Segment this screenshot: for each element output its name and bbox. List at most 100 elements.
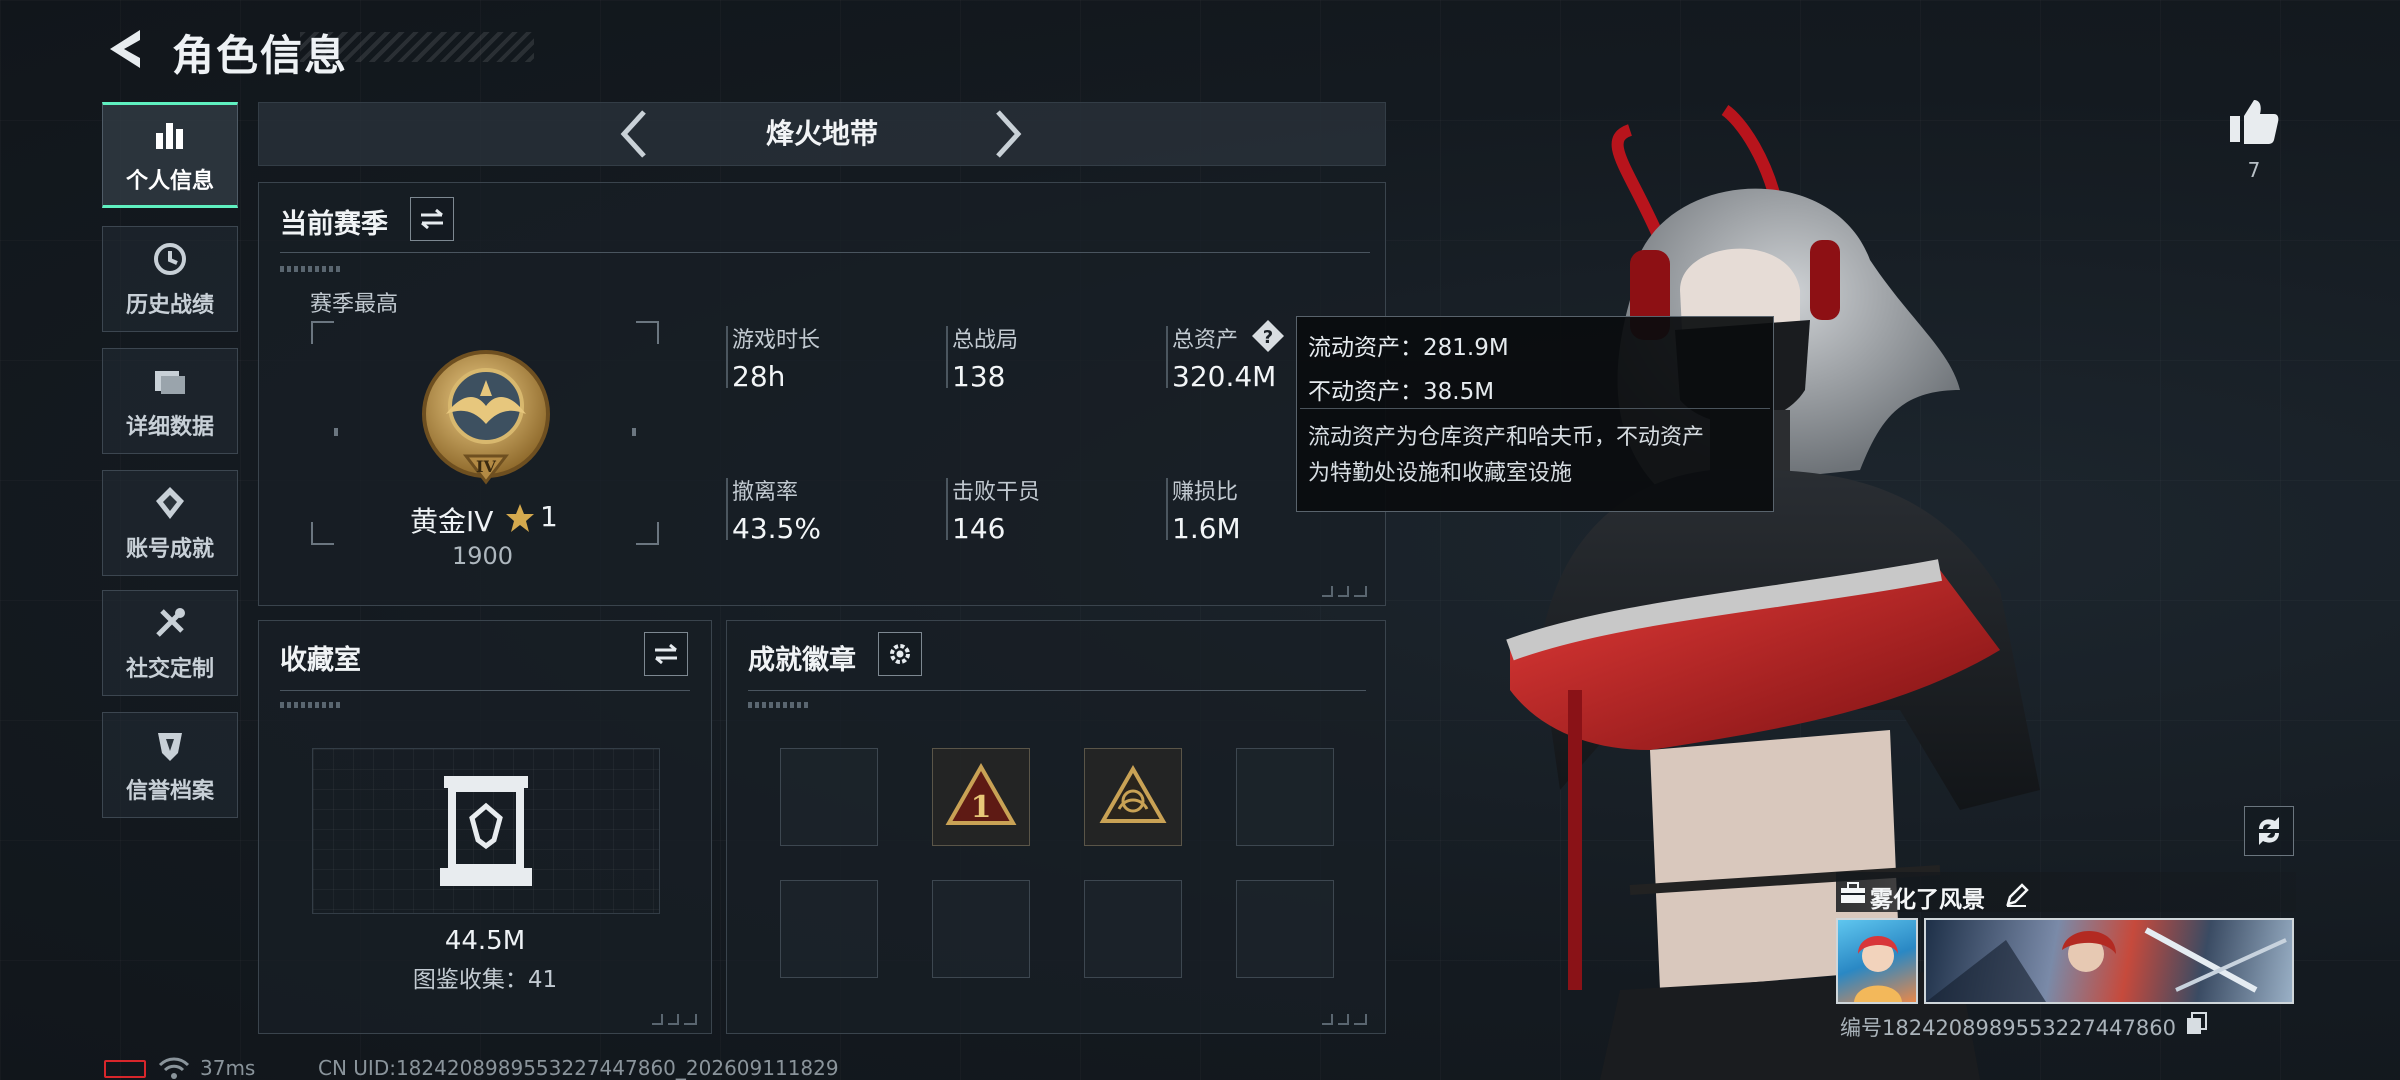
tooltip-fixed-assets: 不动资产：38.5M (1308, 379, 1495, 405)
edit-pencil-icon[interactable] (2004, 882, 2030, 908)
help-question-icon[interactable]: ? (1250, 318, 1286, 354)
banner-artwork (1926, 927, 2287, 1002)
svg-text:IV: IV (476, 457, 496, 476)
refresh-button[interactable] (2244, 806, 2294, 856)
stat-value-playtime: 28h (732, 360, 786, 393)
tooltip-divider (1300, 408, 1770, 409)
stat-value-kills: 146 (952, 512, 1006, 545)
sidebar-item-personal-info[interactable]: 个人信息 (102, 102, 238, 208)
sidebar-item-history[interactable]: 历史战绩 (102, 226, 238, 332)
stat-value-extract-rate: 43.5% (732, 512, 821, 545)
battery-icon (104, 1060, 146, 1078)
corner-decoration (1322, 586, 1367, 597)
star-icon (506, 504, 534, 532)
stat-divider (946, 326, 948, 388)
stat-divider (726, 478, 728, 540)
sidebar-item-reputation[interactable]: 信誉档案 (102, 712, 238, 818)
corner-decoration (1322, 1014, 1367, 1025)
sidebar-item-social[interactable]: 社交定制 (102, 590, 238, 696)
badge-slot[interactable] (1236, 880, 1334, 978)
emblem-badge-icon (1099, 764, 1167, 823)
stat-value-profit-ratio: 1.6M (1172, 512, 1241, 545)
stat-divider (1166, 478, 1168, 540)
stat-label-extract-rate: 撤离率 (732, 480, 799, 505)
sidebar-item-label: 信誉档案 (125, 779, 214, 804)
player-avatar[interactable] (1836, 918, 1918, 1004)
tooltip-desc-line2: 为特勤处设施和收藏室设施 (1308, 461, 1573, 486)
badge-slot[interactable] (1084, 748, 1182, 846)
clock-icon (154, 243, 186, 275)
stat-label-profit-ratio: 赚损比 (1172, 480, 1239, 505)
badge-slot[interactable] (780, 880, 878, 978)
rank-stars: 1 (540, 500, 558, 533)
folder-icon (155, 371, 185, 394)
switch-collection-button[interactable] (644, 632, 688, 676)
copy-icon[interactable] (2186, 1012, 2208, 1036)
stat-label-kills: 击败干员 (952, 480, 1041, 505)
stat-value-total-assets: 320.4M (1172, 360, 1277, 393)
tools-icon (156, 608, 185, 637)
briefcase-icon (1841, 882, 1865, 903)
rank-score: 1900 (452, 542, 514, 570)
svg-text:?: ? (1263, 327, 1273, 348)
season-panel-title: 当前赛季 (280, 209, 388, 240)
corner-decoration (652, 1014, 697, 1025)
stat-label-matches: 总战局 (952, 328, 1019, 353)
badge-settings-button[interactable] (878, 632, 922, 676)
stat-label-total-assets: 总资产 (1172, 328, 1239, 353)
sidebar-item-achievements[interactable]: 账号成就 (102, 470, 238, 576)
refresh-icon (2259, 817, 2279, 845)
stat-value-matches: 138 (952, 360, 1006, 393)
badge-slot[interactable] (1236, 748, 1334, 846)
player-banner[interactable] (1924, 918, 2294, 1004)
divider (748, 690, 1366, 691)
tooltip-desc-line1: 流动资产为仓库资产和哈夫币，不动资产 (1308, 425, 1705, 450)
rank-1-badge-icon: 1 (945, 762, 1017, 825)
swap-icon (421, 208, 443, 230)
ping-readout: 37ms (200, 1056, 256, 1080)
sidebar-item-detailed-data[interactable]: 详细数据 (102, 348, 238, 454)
badge-slot[interactable] (1084, 880, 1182, 978)
shield-icon (158, 733, 182, 761)
stat-label-playtime: 游戏时长 (732, 328, 821, 353)
back-arrow-icon[interactable] (100, 24, 150, 74)
tooltip-liquid-assets: 流动资产：281.9M (1308, 335, 1509, 361)
bar-chart-icon (156, 123, 183, 149)
divider (280, 690, 690, 691)
avatar-character-icon (1854, 936, 1902, 1002)
sidebar-item-label: 个人信息 (125, 169, 214, 194)
dash-decoration (280, 266, 340, 272)
badge-slot[interactable] (780, 748, 878, 846)
rank-name: 黄金IV (410, 505, 494, 538)
sidebar-item-label: 账号成就 (125, 537, 214, 562)
uid-readout: CN UID:1824208989553227447860_2026091118… (318, 1056, 839, 1080)
season-best-label: 赛季最高 (310, 292, 399, 317)
gold-rank-emblem-icon: IV (422, 350, 550, 485)
stat-divider (726, 326, 728, 388)
collection-count: 图鉴收集：41 (412, 967, 558, 993)
player-name: 雾化了风景 (1870, 887, 1985, 913)
collection-value: 44.5M (444, 926, 526, 956)
collection-cabinet-icon (440, 776, 532, 886)
next-mode-arrow-icon[interactable] (988, 106, 1028, 162)
prev-mode-arrow-icon[interactable] (614, 106, 654, 162)
stat-divider (946, 478, 948, 540)
wifi-icon (158, 1057, 190, 1079)
sidebar-item-label: 历史战绩 (125, 293, 214, 318)
svg-text:1: 1 (971, 790, 992, 825)
like-count: 7 (2247, 158, 2261, 182)
dash-decoration (280, 702, 340, 708)
collection-panel-title: 收藏室 (280, 645, 361, 676)
player-id: 编号1824208989553227447860 (1840, 1016, 2176, 1040)
achievement-icon (156, 487, 184, 519)
badge-slot[interactable] (932, 880, 1030, 978)
divider (280, 252, 1370, 253)
mode-title: 烽火地带 (765, 117, 878, 150)
stat-divider (1166, 326, 1168, 388)
switch-season-button[interactable] (410, 197, 454, 241)
gear-icon (890, 644, 910, 664)
dash-decoration (748, 702, 808, 708)
badge-slot[interactable]: 1 (932, 748, 1030, 846)
sidebar-item-label: 详细数据 (125, 415, 214, 440)
thumbs-up-icon[interactable] (2228, 96, 2280, 146)
